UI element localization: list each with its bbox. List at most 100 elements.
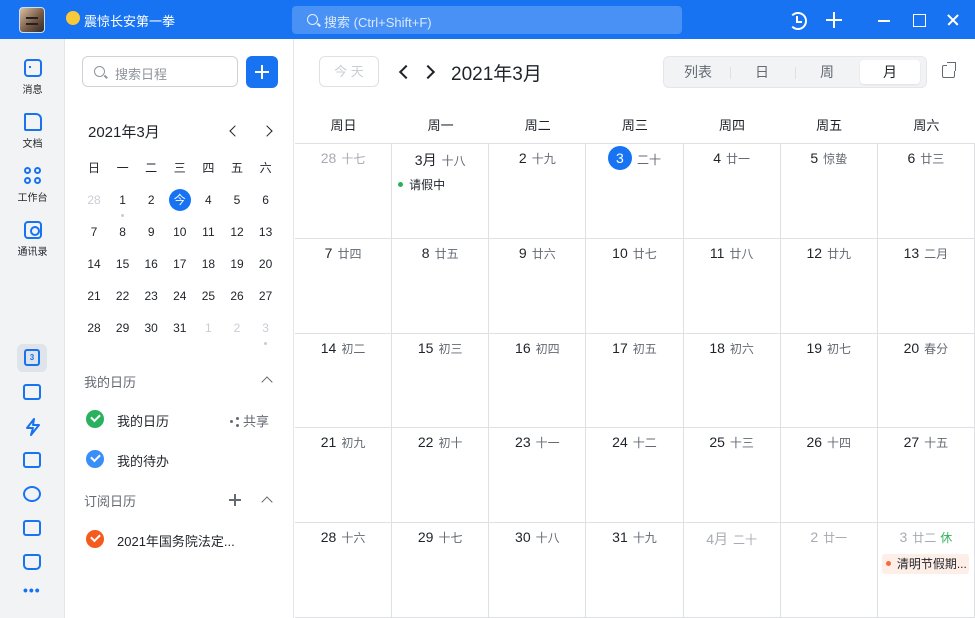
cloud-drive-icon[interactable] <box>23 554 41 570</box>
calendar-entry-my-calendar[interactable]: 我的日历 共享 <box>86 409 286 429</box>
event-chip[interactable]: 请假中 <box>398 176 485 193</box>
mini-day-today[interactable]: 今 <box>166 189 194 211</box>
day-cell[interactable]: 21 初九 <box>295 428 393 524</box>
day-cell[interactable]: 28 十七 <box>295 144 393 239</box>
day-cell[interactable]: 3月 十八 请假中 <box>392 144 490 239</box>
day-cell[interactable]: 22 初十 <box>392 428 490 524</box>
mini-day[interactable]: 8 <box>109 221 137 243</box>
today-button[interactable]: 今 天 <box>319 56 379 87</box>
day-cell[interactable]: 8 廿五 <box>392 238 490 334</box>
rail-item-messages[interactable]: 消息 <box>0 59 65 96</box>
mini-prev-month-button[interactable] <box>227 124 239 138</box>
calendar-entry-holidays[interactable]: 2021年国务院法定... <box>86 529 286 549</box>
day-cell[interactable]: 31 十九 <box>586 523 684 618</box>
close-icon[interactable] <box>942 9 964 31</box>
mini-day[interactable]: 7 <box>80 221 108 243</box>
phone-icon[interactable] <box>23 486 41 502</box>
mini-day[interactable]: 1 <box>194 317 222 339</box>
day-cell[interactable]: 13 二月 <box>877 238 975 334</box>
day-cell[interactable]: 24 十二 <box>586 428 684 524</box>
mini-day[interactable]: 21 <box>80 285 108 307</box>
day-cell[interactable]: 19 初七 <box>780 333 878 429</box>
day-cell[interactable]: 27 十五 <box>877 428 975 524</box>
mini-day[interactable]: 18 <box>194 253 222 275</box>
day-cell[interactable]: 2 廿一 <box>780 523 878 618</box>
check-icon[interactable] <box>86 530 104 548</box>
day-cell[interactable]: 5 惊蛰 <box>780 144 878 239</box>
day-cell[interactable]: 12 廿九 <box>780 238 878 334</box>
tab-month-view[interactable]: 月 <box>860 60 920 84</box>
day-cell[interactable]: 15 初三 <box>392 333 490 429</box>
collapse-subscribed-icon[interactable] <box>261 496 273 504</box>
mini-day[interactable]: 29 <box>109 317 137 339</box>
day-cell[interactable]: 14 初二 <box>295 333 393 429</box>
day-cell[interactable]: 9 廿六 <box>489 238 587 334</box>
mini-day[interactable]: 27 <box>252 285 280 307</box>
mail-icon[interactable] <box>23 452 41 468</box>
day-cell[interactable]: 18 初六 <box>683 333 781 429</box>
mini-day[interactable]: 1 <box>109 189 137 211</box>
username[interactable]: 震惊长安第一拳 <box>84 11 175 30</box>
mini-day[interactable]: 19 <box>223 253 251 275</box>
check-icon[interactable] <box>86 450 104 468</box>
prev-month-button[interactable] <box>397 64 411 78</box>
day-cell[interactable]: 17 初五 <box>586 333 684 429</box>
minutes-icon[interactable] <box>23 520 41 536</box>
avatar[interactable] <box>19 7 45 33</box>
status-emoji-icon[interactable] <box>66 11 80 25</box>
history-icon[interactable] <box>786 9 808 31</box>
mini-day[interactable]: 16 <box>137 253 165 275</box>
day-cell[interactable]: 23 十一 <box>489 428 587 524</box>
todo-icon[interactable] <box>23 384 41 400</box>
day-cell[interactable]: 11 廿八 <box>683 238 781 334</box>
day-cell[interactable]: 6 廿三 <box>877 144 975 239</box>
holiday-event[interactable]: 清明节假期... <box>881 554 969 575</box>
day-cell[interactable]: 20 春分 <box>877 333 975 429</box>
mini-day[interactable]: 3 <box>252 317 280 339</box>
rail-item-workbench[interactable]: 工作台 <box>0 167 65 204</box>
day-cell[interactable]: 25 十三 <box>683 428 781 524</box>
maximize-icon[interactable] <box>908 9 930 31</box>
mini-day[interactable]: 2 <box>223 317 251 339</box>
schedule-search-input[interactable]: 搜索日程 <box>82 56 238 87</box>
day-cell[interactable]: 3 廿二休清明节假期... <box>877 523 975 618</box>
mini-day[interactable]: 26 <box>223 285 251 307</box>
mini-day[interactable]: 15 <box>109 253 137 275</box>
check-icon[interactable] <box>86 410 104 428</box>
mini-day[interactable]: 24 <box>166 285 194 307</box>
day-cell[interactable]: 10 廿七 <box>586 238 684 334</box>
mini-day[interactable]: 5 <box>223 189 251 211</box>
more-icon[interactable]: ••• <box>23 582 41 598</box>
day-cell[interactable]: 28 十六 <box>295 523 393 618</box>
mini-day[interactable]: 14 <box>80 253 108 275</box>
share-button[interactable]: 共享 <box>230 411 269 430</box>
collapse-my-calendars-icon[interactable] <box>261 376 273 384</box>
plus-icon[interactable] <box>823 9 845 31</box>
mini-day[interactable]: 9 <box>137 221 165 243</box>
mini-day[interactable]: 31 <box>166 317 194 339</box>
rail-item-contacts[interactable]: 通讯录 <box>0 221 65 258</box>
minimize-icon[interactable] <box>873 9 895 31</box>
mini-day[interactable]: 2 <box>137 189 165 211</box>
tab-day-view[interactable]: 日 <box>732 60 792 84</box>
lightning-icon[interactable] <box>23 418 41 436</box>
day-cell[interactable]: 29 十七 <box>392 523 490 618</box>
day-cell[interactable]: 30 十八 <box>489 523 587 618</box>
mini-next-month-button[interactable] <box>263 124 275 138</box>
day-cell[interactable]: 26 十四 <box>780 428 878 524</box>
add-subscription-icon[interactable] <box>229 494 241 506</box>
mini-day[interactable]: 13 <box>252 221 280 243</box>
mini-day[interactable]: 10 <box>166 221 194 243</box>
mini-day[interactable]: 30 <box>137 317 165 339</box>
day-cell[interactable]: 4月 二十 <box>683 523 781 618</box>
mini-day[interactable]: 23 <box>137 285 165 307</box>
day-cell[interactable]: 3 二十 <box>586 144 684 239</box>
day-cell[interactable]: 2 十九 <box>489 144 587 239</box>
day-cell[interactable]: 4 廿一 <box>683 144 781 239</box>
day-cell[interactable]: 7 廿四 <box>295 238 393 334</box>
mini-day[interactable]: 28 <box>80 317 108 339</box>
global-search-input[interactable]: 搜索 (Ctrl+Shift+F) <box>292 6 682 34</box>
mini-day[interactable]: 25 <box>194 285 222 307</box>
mini-day[interactable]: 20 <box>252 253 280 275</box>
tab-week-view[interactable]: 周 <box>797 60 857 84</box>
